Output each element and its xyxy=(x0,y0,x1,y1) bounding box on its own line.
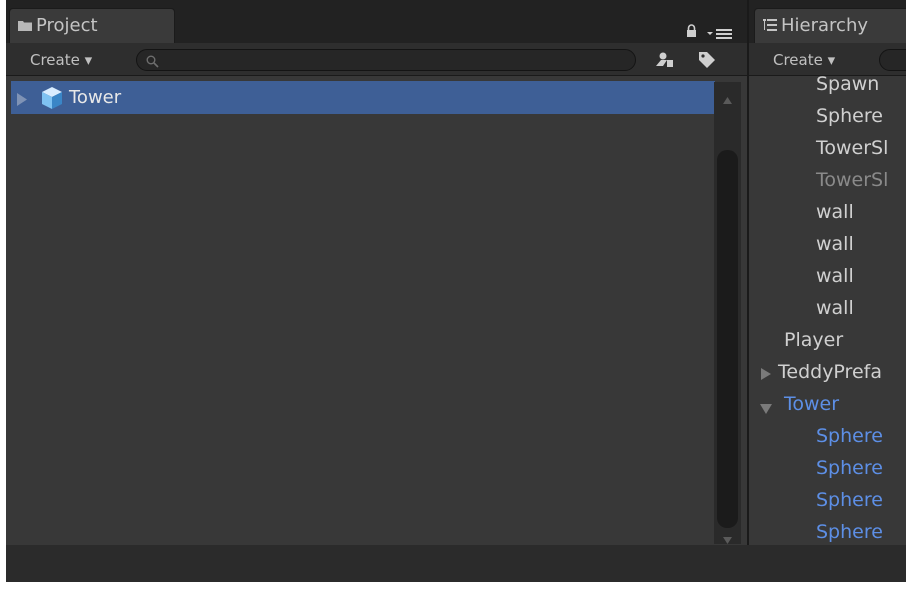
menu-icon[interactable] xyxy=(707,24,733,43)
hierarchy-item-prefab[interactable]: Sphere xyxy=(816,425,883,447)
hierarchy-item[interactable]: wall xyxy=(816,297,854,319)
lock-icon[interactable] xyxy=(686,22,697,41)
scroll-up-arrow-icon[interactable] xyxy=(723,89,732,108)
expand-arrow-icon[interactable] xyxy=(17,91,28,110)
tab-project[interactable]: Project xyxy=(9,8,175,43)
tab-hierarchy[interactable]: Hierarchy xyxy=(754,8,906,43)
hierarchy-icon xyxy=(763,9,777,43)
hierarchy-item-prefab[interactable]: Sphere xyxy=(816,521,883,543)
filter-type-icon[interactable] xyxy=(655,52,673,71)
hierarchy-create-button[interactable]: Create ▾ xyxy=(773,50,835,70)
project-search-input[interactable] xyxy=(136,49,636,71)
hierarchy-item-inactive[interactable]: TowerSl xyxy=(816,169,888,191)
scrollbar-thumb[interactable] xyxy=(717,150,738,528)
hierarchy-item[interactable]: Player xyxy=(784,329,843,351)
tab-project-label: Project xyxy=(36,15,98,36)
project-panel: Project Create ▾ Tower xyxy=(6,0,747,545)
hierarchy-item[interactable]: wall xyxy=(816,265,854,287)
project-item-row[interactable]: Tower xyxy=(11,81,715,114)
project-create-button[interactable]: Create ▾ xyxy=(30,50,92,70)
hierarchy-item[interactable]: TowerSl xyxy=(816,137,888,159)
hierarchy-toolbar: Create ▾ xyxy=(749,43,906,76)
folder-icon xyxy=(18,9,32,43)
hierarchy-item-prefab[interactable]: Sphere xyxy=(816,489,883,511)
hierarchy-item-prefab[interactable]: Sphere xyxy=(816,457,883,479)
hierarchy-search-input[interactable] xyxy=(879,49,906,71)
hierarchy-panel: Hierarchy Create ▾ Spawn Sphere TowerSl … xyxy=(749,0,906,545)
project-toolbar: Create ▾ xyxy=(6,43,747,76)
tag-icon[interactable] xyxy=(698,51,716,73)
hierarchy-item[interactable]: Spawn xyxy=(816,76,879,95)
hierarchy-item-prefab[interactable]: Tower xyxy=(784,393,839,415)
hierarchy-item[interactable]: TeddyPrefa xyxy=(778,361,882,383)
collapsed-arrow-icon[interactable] xyxy=(761,365,771,384)
tab-hierarchy-label: Hierarchy xyxy=(781,15,869,36)
search-icon xyxy=(146,53,159,72)
hierarchy-item[interactable]: Sphere xyxy=(816,105,883,127)
hierarchy-tabstrip: Hierarchy xyxy=(749,0,906,43)
hierarchy-item[interactable]: wall xyxy=(816,201,854,223)
status-bar xyxy=(6,545,906,582)
hierarchy-list: Spawn Sphere TowerSl TowerSl wall wall w… xyxy=(749,76,906,545)
project-scrollbar[interactable] xyxy=(714,82,741,544)
prefab-cube-icon xyxy=(40,86,64,114)
editor-window: Project Create ▾ Tower Hierarchy Create … xyxy=(6,0,906,582)
hierarchy-item[interactable]: wall xyxy=(816,233,854,255)
project-tabstrip: Project xyxy=(6,0,747,43)
expanded-arrow-icon[interactable] xyxy=(760,399,772,418)
project-item-label: Tower xyxy=(69,87,122,108)
